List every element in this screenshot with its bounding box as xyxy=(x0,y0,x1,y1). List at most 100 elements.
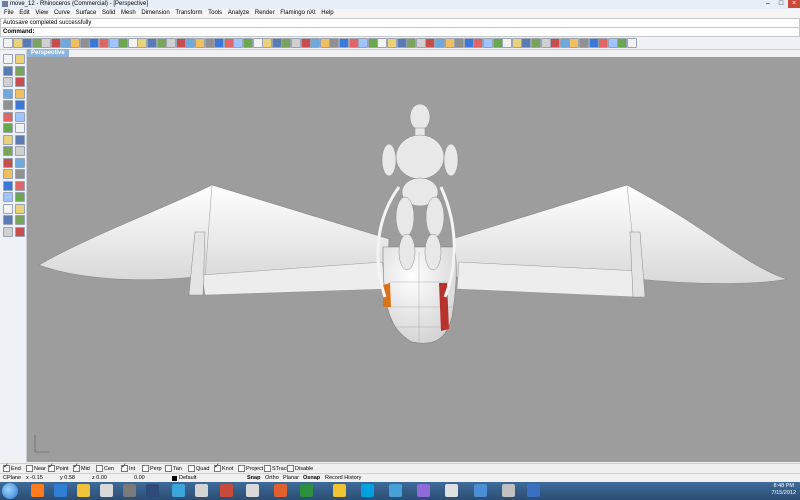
taskbar-app-icon[interactable] xyxy=(501,484,515,497)
toolbar-tool-icon[interactable] xyxy=(156,38,167,48)
sidebar-tool-icon[interactable] xyxy=(3,54,13,64)
taskbar-app-icon[interactable] xyxy=(194,484,208,497)
menu-help[interactable]: Help xyxy=(319,9,335,18)
toolbar-tool-icon[interactable] xyxy=(99,38,109,48)
sidebar-tool-icon[interactable] xyxy=(3,77,13,87)
start-button[interactable] xyxy=(2,483,18,499)
menu-surface[interactable]: Surface xyxy=(74,9,99,18)
toolbar-tool-icon[interactable] xyxy=(531,38,541,48)
toolbar-tool-icon[interactable] xyxy=(473,38,484,48)
menu-solid[interactable]: Solid xyxy=(100,9,117,18)
sidebar-tool-icon[interactable] xyxy=(3,123,13,133)
osnap-checkbox[interactable] xyxy=(96,465,103,473)
toolbar-tool-icon[interactable] xyxy=(454,38,465,48)
osnap-checkbox[interactable] xyxy=(26,465,33,473)
toolbar-tool-icon[interactable] xyxy=(463,38,474,48)
toolbar-tool-icon[interactable] xyxy=(12,38,23,48)
sidebar-tool-icon[interactable] xyxy=(3,100,13,110)
osnap-cen[interactable]: Cen xyxy=(96,465,114,473)
taskbar-app-icon[interactable] xyxy=(445,484,459,497)
toolbar-tool-icon[interactable] xyxy=(127,38,138,48)
sidebar-tool-icon[interactable] xyxy=(15,77,25,87)
perspective-viewport[interactable] xyxy=(27,57,800,462)
layer-color-swatch[interactable] xyxy=(172,476,177,481)
toolbar-tool-icon[interactable] xyxy=(310,38,321,48)
toolbar-tool-icon[interactable] xyxy=(22,38,33,48)
toolbar-tool-icon[interactable] xyxy=(118,38,129,48)
toolbar-tool-icon[interactable] xyxy=(319,38,330,48)
sidebar-tool-icon[interactable] xyxy=(15,65,25,76)
taskbar-app-icon[interactable] xyxy=(417,484,431,497)
toolbar-tool-icon[interactable] xyxy=(435,38,445,48)
toolbar-tool-icon[interactable] xyxy=(339,38,349,48)
sidebar-tool-icon[interactable] xyxy=(15,111,25,122)
toolbar-tool-icon[interactable] xyxy=(214,38,225,48)
toolbar-tool-icon[interactable] xyxy=(79,38,90,48)
taskbar-app-icon[interactable] xyxy=(389,484,403,497)
system-clock[interactable]: 8:48 PM 7/15/2012 xyxy=(772,483,796,497)
sidebar-tool-icon[interactable] xyxy=(15,134,25,145)
sidebar-tool-icon[interactable] xyxy=(3,134,13,145)
osnap-int[interactable]: Int xyxy=(121,463,135,473)
toolbar-tool-icon[interactable] xyxy=(262,38,273,48)
toolbar-tool-icon[interactable] xyxy=(598,38,609,48)
menu-file[interactable]: File xyxy=(2,9,16,18)
taskbar-app-icon[interactable] xyxy=(299,484,313,497)
menu-analyze[interactable]: Analyze xyxy=(226,9,251,18)
toolbar-tool-icon[interactable] xyxy=(579,38,589,48)
toolbar-tool-icon[interactable] xyxy=(540,38,551,48)
osnap-quad[interactable]: Quad xyxy=(188,465,209,473)
toolbar-tool-icon[interactable] xyxy=(627,38,637,48)
toolbar-tool-icon[interactable] xyxy=(358,38,369,48)
toolbar-tool-icon[interactable] xyxy=(415,38,426,48)
sidebar-tool-icon[interactable] xyxy=(15,180,25,191)
osnap-checkbox[interactable] xyxy=(214,463,221,473)
toolbar-tool-icon[interactable] xyxy=(406,38,417,48)
menu-render[interactable]: Render xyxy=(253,9,277,18)
toolbar-tool-icon[interactable] xyxy=(502,38,513,48)
toolbar-tool-icon[interactable] xyxy=(185,38,196,48)
toolbar-tool-icon[interactable] xyxy=(271,38,282,48)
taskbar-app-icon[interactable] xyxy=(220,484,234,497)
taskbar-app-icon[interactable] xyxy=(30,484,44,497)
toolbar-tool-icon[interactable] xyxy=(243,38,253,48)
sidebar-tool-icon[interactable] xyxy=(15,192,25,202)
taskbar-app-icon[interactable] xyxy=(99,484,113,497)
taskbar-app-icon[interactable] xyxy=(527,484,541,497)
menu-flamingo[interactable]: Flamingo nXt xyxy=(278,9,317,18)
toolbar-tool-icon[interactable] xyxy=(348,38,359,48)
maximize-button[interactable]: □ xyxy=(775,0,787,8)
toolbar-tool-icon[interactable] xyxy=(281,38,292,48)
osnap-checkbox[interactable] xyxy=(121,463,128,473)
taskbar-app-icon[interactable] xyxy=(473,484,487,497)
command-line[interactable]: Command: xyxy=(0,27,800,37)
sidebar-tool-icon[interactable] xyxy=(15,123,25,133)
toolbar-tool-icon[interactable] xyxy=(89,38,100,48)
toolbar-tool-icon[interactable] xyxy=(377,38,388,48)
osnap-perp[interactable]: Perp xyxy=(142,465,162,473)
sidebar-tool-icon[interactable] xyxy=(15,100,25,110)
osnap-checkbox[interactable] xyxy=(165,465,172,473)
toolbar-tool-icon[interactable] xyxy=(300,38,311,48)
toolbar-tool-icon[interactable] xyxy=(617,38,628,48)
osnap-checkbox[interactable] xyxy=(188,465,195,473)
toolbar-tool-icon[interactable] xyxy=(396,38,407,48)
toolbar-tool-icon[interactable] xyxy=(175,38,186,48)
sidebar-tool-icon[interactable] xyxy=(3,180,13,191)
menu-dimension[interactable]: Dimension xyxy=(139,9,171,18)
taskbar-app-icon[interactable] xyxy=(53,484,67,497)
sidebar-tool-icon[interactable] xyxy=(15,226,25,237)
sidebar-tool-icon[interactable] xyxy=(15,157,25,168)
sidebar-tool-icon[interactable] xyxy=(3,215,13,225)
sidebar-tool-icon[interactable] xyxy=(15,88,25,99)
sidebar-tool-icon[interactable] xyxy=(15,169,25,179)
osnap-checkbox[interactable] xyxy=(142,465,149,473)
toolbar-tool-icon[interactable] xyxy=(444,38,455,48)
osnap-strack[interactable]: STrack xyxy=(264,465,289,473)
toolbar-tool-icon[interactable] xyxy=(31,38,42,48)
toolbar-tool-icon[interactable] xyxy=(252,38,263,48)
sidebar-tool-icon[interactable] xyxy=(15,203,25,214)
toolbar-tool-icon[interactable] xyxy=(387,38,397,48)
toolbar-tool-icon[interactable] xyxy=(559,38,570,48)
osnap-project[interactable]: Project xyxy=(238,465,263,473)
